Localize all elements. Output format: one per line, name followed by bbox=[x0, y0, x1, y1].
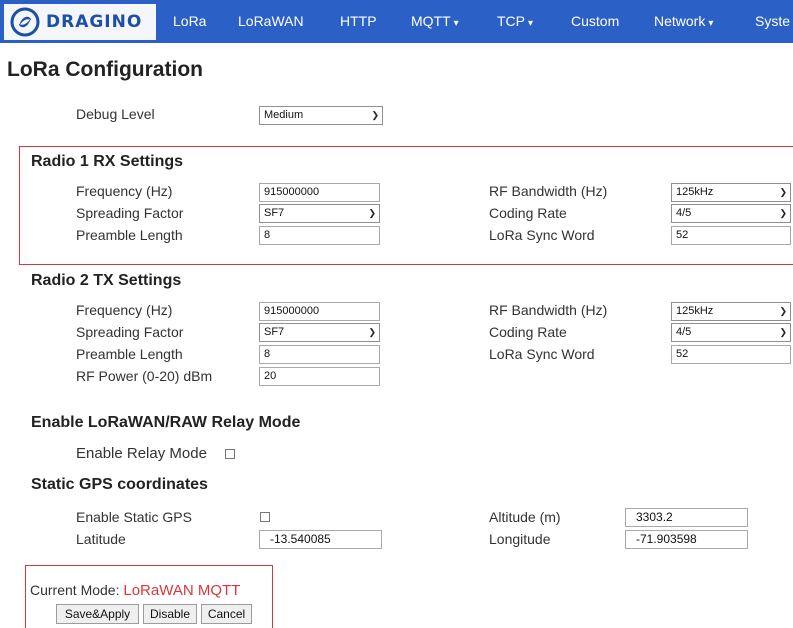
page-title: LoRa Configuration bbox=[7, 58, 203, 81]
debug-level-label: Debug Level bbox=[76, 106, 155, 122]
latitude-label: Latitude bbox=[76, 531, 126, 547]
radio2-sync-word-label: LoRa Sync Word bbox=[489, 346, 595, 362]
current-mode-value: LoRaWAN MQTT bbox=[123, 582, 241, 599]
nav-item-http[interactable]: HTTP bbox=[340, 0, 377, 43]
current-mode-line: Current Mode: LoRaWAN MQTT bbox=[30, 582, 240, 599]
cancel-button[interactable]: Cancel bbox=[201, 604, 252, 624]
radio1-preamble-label: Preamble Length bbox=[76, 227, 183, 243]
chevron-down-icon: ❯ bbox=[368, 208, 376, 218]
relay-mode-checkbox[interactable] bbox=[225, 449, 235, 459]
dropdown-caret-icon: ▾ bbox=[708, 18, 714, 29]
radio2-power-label: RF Power (0-20) dBm bbox=[76, 368, 213, 384]
radio1-coding-rate-select[interactable]: 4/5 ❯ bbox=[671, 204, 791, 223]
radio2-sync-word-input[interactable]: 52 bbox=[671, 345, 791, 364]
radio2-power-input[interactable]: 20 bbox=[259, 367, 380, 386]
radio2-preamble-label: Preamble Length bbox=[76, 346, 183, 362]
radio2-bandwidth-label: RF Bandwidth (Hz) bbox=[489, 302, 608, 318]
radio1-frequency-input[interactable]: 915000000 bbox=[259, 183, 380, 202]
longitude-input[interactable]: -71.903598 bbox=[625, 530, 748, 549]
save-apply-button[interactable]: Save&Apply bbox=[56, 604, 139, 624]
nav-item-network[interactable]: Network ▾ bbox=[654, 0, 713, 43]
radio1-sync-word-input[interactable]: 52 bbox=[671, 226, 791, 245]
nav-item-lorawan[interactable]: LoRaWAN bbox=[238, 0, 304, 43]
radio2-bandwidth-select[interactable]: 125kHz ❯ bbox=[671, 302, 791, 321]
radio1-sync-word-label: LoRa Sync Word bbox=[489, 227, 595, 243]
radio2-coding-rate-label: Coding Rate bbox=[489, 324, 567, 340]
debug-level-select[interactable]: Medium ❯ bbox=[259, 106, 383, 125]
radio1-frequency-label: Frequency (Hz) bbox=[76, 183, 173, 199]
radio2-section-title: Radio 2 TX Settings bbox=[31, 272, 182, 289]
radio2-preamble-input[interactable]: 8 bbox=[259, 345, 380, 364]
radio1-section-title: Radio 1 RX Settings bbox=[31, 153, 184, 170]
gps-section-title: Static GPS coordinates bbox=[31, 476, 208, 493]
nav-item-mqtt[interactable]: MQTT ▾ bbox=[411, 0, 459, 43]
brand-logo[interactable]: DRAGINO bbox=[4, 4, 156, 40]
longitude-label: Longitude bbox=[489, 531, 551, 547]
radio2-frequency-input[interactable]: 915000000 bbox=[259, 302, 380, 321]
latitude-input[interactable]: -13.540085 bbox=[259, 530, 382, 549]
chevron-down-icon: ❯ bbox=[779, 306, 787, 316]
chevron-down-icon: ❯ bbox=[368, 327, 376, 337]
current-mode-label: Current Mode: bbox=[30, 582, 120, 598]
relay-section-title: Enable LoRaWAN/RAW Relay Mode bbox=[31, 414, 301, 431]
radio1-coding-rate-label: Coding Rate bbox=[489, 205, 567, 221]
chevron-down-icon: ❯ bbox=[779, 208, 787, 218]
disable-button[interactable]: Disable bbox=[143, 604, 197, 624]
chevron-down-icon: ❯ bbox=[779, 187, 787, 197]
nav-item-system[interactable]: Syste bbox=[755, 0, 790, 43]
nav-item-custom[interactable]: Custom bbox=[571, 0, 619, 43]
nav-item-lora[interactable]: LoRa bbox=[173, 0, 206, 43]
brand-name: DRAGINO bbox=[46, 12, 143, 32]
gps-enable-checkbox[interactable] bbox=[260, 512, 270, 522]
radio2-sf-select[interactable]: SF7 ❯ bbox=[259, 323, 380, 342]
dragino-logo-icon bbox=[10, 7, 40, 37]
altitude-input[interactable]: 3303.2 bbox=[625, 508, 748, 527]
radio2-coding-rate-select[interactable]: 4/5 ❯ bbox=[671, 323, 791, 342]
radio1-preamble-input[interactable]: 8 bbox=[259, 226, 380, 245]
radio1-sf-select[interactable]: SF7 ❯ bbox=[259, 204, 380, 223]
dropdown-caret-icon: ▾ bbox=[453, 18, 459, 29]
radio1-bandwidth-label: RF Bandwidth (Hz) bbox=[489, 183, 608, 199]
radio2-sf-label: Spreading Factor bbox=[76, 324, 184, 340]
nav-item-tcp[interactable]: TCP ▾ bbox=[497, 0, 533, 43]
dropdown-caret-icon: ▾ bbox=[528, 18, 534, 29]
altitude-label: Altitude (m) bbox=[489, 509, 561, 525]
radio1-bandwidth-select[interactable]: 125kHz ❯ bbox=[671, 183, 791, 202]
radio2-frequency-label: Frequency (Hz) bbox=[76, 302, 173, 318]
chevron-down-icon: ❯ bbox=[371, 110, 379, 120]
gps-enable-label: Enable Static GPS bbox=[76, 509, 192, 525]
relay-mode-label: Enable Relay Mode bbox=[76, 445, 207, 462]
top-navbar: DRAGINO LoRa LoRaWAN HTTP MQTT ▾ TCP ▾ Cus… bbox=[0, 0, 793, 43]
radio1-sf-label: Spreading Factor bbox=[76, 205, 184, 221]
chevron-down-icon: ❯ bbox=[779, 327, 787, 337]
